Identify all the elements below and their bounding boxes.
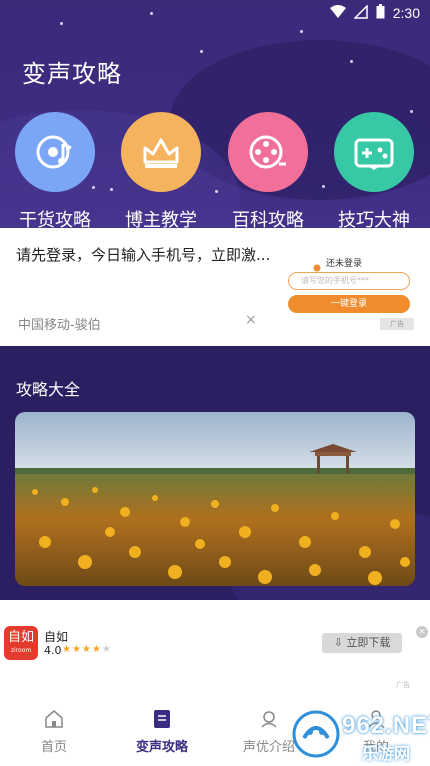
book-icon xyxy=(122,708,202,730)
watermark-text: 962.NET xyxy=(342,712,430,739)
battery-icon xyxy=(376,3,385,23)
ad-mini-title: 还未登录 xyxy=(326,259,363,269)
category-item-dry-goods[interactable]: 干货攻略 xyxy=(5,112,105,232)
home-icon xyxy=(14,708,94,730)
download-button[interactable]: ⇩ 立即下载 xyxy=(322,633,402,653)
section-title: 攻略大全 xyxy=(16,380,81,399)
category-item-skills[interactable]: 技巧大神 xyxy=(324,112,424,232)
category-item-encyclopedia[interactable]: 百科攻略 xyxy=(218,112,318,232)
watermark-subtext: 乐游网 xyxy=(362,744,411,763)
decor-star xyxy=(350,60,353,63)
ad-tag: 广告 xyxy=(396,681,410,689)
status-bar: 2:30 xyxy=(0,0,430,26)
ad-close-button[interactable]: × xyxy=(416,626,428,638)
ad-source: 中国移动-骏伯 xyxy=(18,318,101,333)
film-reel-icon xyxy=(228,112,308,192)
watermark-logo-icon xyxy=(292,710,340,758)
crown-icon xyxy=(121,112,201,192)
rating-stars-icon: ★★★★★ xyxy=(62,644,112,655)
app-ad[interactable]: 自如 ziroom 自如 4.0 ★★★★★ ⇩ 立即下载 × 广告 xyxy=(0,600,430,692)
tab-label: 变声攻略 xyxy=(135,740,188,755)
ad-headline[interactable]: 请先登录，今日输入手机号，立即激... xyxy=(16,244,270,265)
category-item-blogger[interactable]: 博主教学 xyxy=(111,112,211,232)
app-rating: 4.0 xyxy=(44,644,62,657)
site-watermark: 962.NET 乐游网 xyxy=(290,708,430,763)
gamepad-icon xyxy=(334,112,414,192)
page-title: 变声攻略 xyxy=(22,60,122,88)
signal-icon xyxy=(352,3,368,23)
guide-section: 攻略大全 xyxy=(0,346,430,600)
decor-star xyxy=(200,50,203,53)
status-time: 2:30 xyxy=(392,5,420,21)
tab-voice-guide[interactable]: 变声攻略 xyxy=(122,708,202,755)
category-row: 干货攻略 博主教学 百科攻略 技巧大神 xyxy=(0,112,430,232)
guide-cover-image[interactable] xyxy=(15,412,415,586)
ad-close-button[interactable]: × xyxy=(245,312,257,328)
app-icon-text: 自如 xyxy=(7,630,34,645)
tab-home[interactable]: 首页 xyxy=(14,708,94,755)
ad-login-button[interactable]: 一键登录 xyxy=(288,295,410,313)
app-name: 自如 xyxy=(44,630,69,644)
decor-star xyxy=(300,30,303,33)
app-icon-subtext: ziroom xyxy=(10,647,32,654)
music-disc-icon xyxy=(15,112,95,192)
wifi-icon xyxy=(329,4,346,23)
ziroom-app-icon: 自如 ziroom xyxy=(4,626,38,660)
ad-tag: 广告 xyxy=(380,318,414,330)
ad-phone-input[interactable]: 请写您的手机号*** xyxy=(288,272,410,290)
tab-label: 首页 xyxy=(40,740,67,755)
